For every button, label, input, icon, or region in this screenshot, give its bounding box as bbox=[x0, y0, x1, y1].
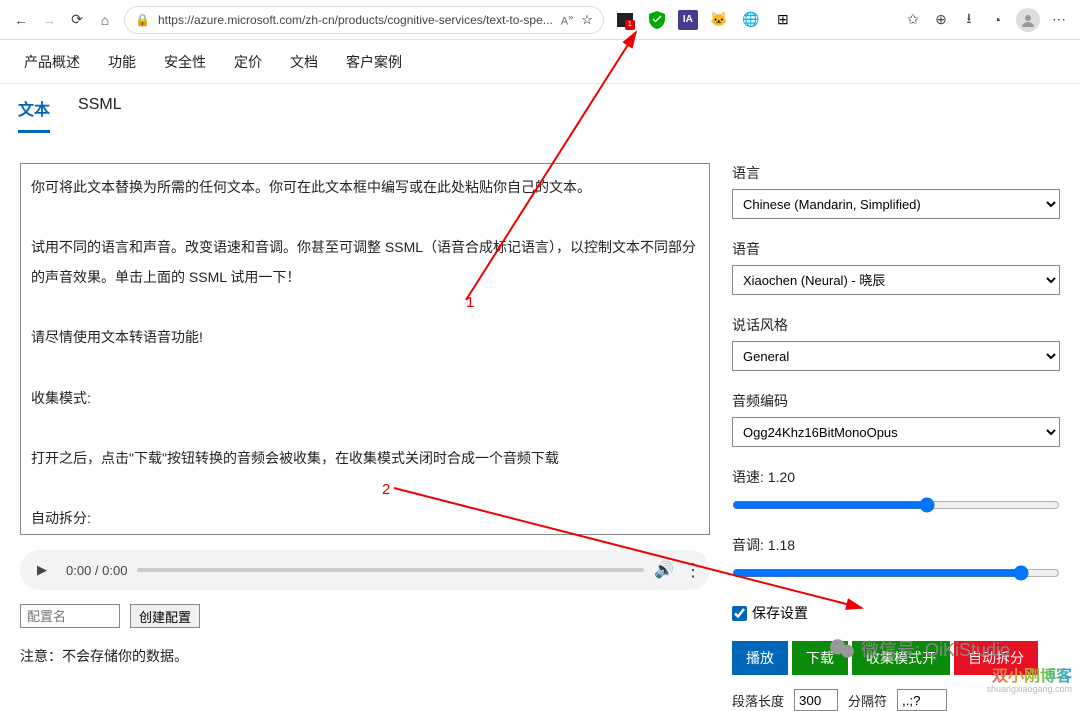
left-panel: ▶ 0:00 / 0:00 🔊 ⋮ 创建配置 注意：不会存储你的数据。 bbox=[20, 163, 710, 711]
tab-text[interactable]: 文本 bbox=[18, 96, 50, 133]
nav-features[interactable]: 功能 bbox=[108, 52, 136, 72]
reader-icon[interactable]: A» bbox=[561, 12, 573, 28]
favorite-icon[interactable]: ☆ bbox=[581, 12, 593, 28]
annotation-1: 1 bbox=[466, 294, 474, 311]
extension-cat-icon[interactable]: 🐱 bbox=[708, 9, 730, 31]
url-text: https://azure.microsoft.com/zh-cn/produc… bbox=[158, 13, 553, 27]
wechat-watermark: 微信号: QiKiStudio bbox=[829, 636, 1010, 662]
save-settings-checkbox[interactable] bbox=[732, 606, 747, 621]
pitch-slider[interactable] bbox=[732, 565, 1060, 581]
page-nav: 产品概述 功能 安全性 定价 文档 客户案例 bbox=[0, 40, 1080, 84]
speed-slider[interactable] bbox=[732, 497, 1060, 513]
pitch-label: 音调: 1.18 bbox=[732, 535, 1060, 555]
favorites-icon[interactable]: ✩ bbox=[904, 11, 922, 29]
play-icon[interactable]: ▶ bbox=[28, 556, 56, 584]
note-text: 注意：不会存储你的数据。 bbox=[20, 646, 710, 666]
nav-cases[interactable]: 客户案例 bbox=[346, 52, 402, 72]
refresh-icon[interactable]: ⟳ bbox=[68, 11, 86, 29]
lock-icon: 🔒 bbox=[135, 13, 150, 27]
extension-ia-icon[interactable]: IA bbox=[678, 10, 698, 30]
main-content: ▶ 0:00 / 0:00 🔊 ⋮ 创建配置 注意：不会存储你的数据。 语言 C… bbox=[0, 133, 1080, 711]
tts-tabs: 文本 SSML bbox=[0, 84, 1080, 133]
blog-watermark: 双小刚博客 shuangxiaogang.com bbox=[986, 668, 1072, 695]
back-icon[interactable]: ← bbox=[12, 11, 30, 29]
language-select[interactable]: Chinese (Mandarin, Simplified) bbox=[732, 189, 1060, 219]
menu-icon[interactable]: ⋯ bbox=[1050, 11, 1068, 29]
style-label: 说话风格 bbox=[732, 315, 1060, 335]
create-config-button[interactable]: 创建配置 bbox=[130, 604, 200, 628]
para-length-input[interactable] bbox=[794, 689, 838, 711]
voice-select[interactable]: Xiaochen (Neural) - 晓辰 bbox=[732, 265, 1060, 295]
nav-docs[interactable]: 文档 bbox=[290, 52, 318, 72]
save-settings-label: 保存设置 bbox=[752, 603, 808, 623]
para-length-label: 段落长度 bbox=[732, 691, 784, 710]
profile-icon[interactable] bbox=[1016, 8, 1040, 32]
voice-label: 语音 bbox=[732, 239, 1060, 259]
tab-ssml[interactable]: SSML bbox=[78, 96, 122, 133]
extensions-icon[interactable]: ⊞ bbox=[772, 9, 794, 31]
annotation-2: 2 bbox=[382, 481, 390, 498]
browser-toolbar: ← → ⟳ ⌂ 🔒 https://azure.microsoft.com/zh… bbox=[0, 0, 1080, 40]
style-select[interactable]: General bbox=[732, 341, 1060, 371]
language-label: 语言 bbox=[732, 163, 1060, 183]
encoding-label: 音频编码 bbox=[732, 391, 1060, 411]
url-bar[interactable]: 🔒 https://azure.microsoft.com/zh-cn/prod… bbox=[124, 6, 604, 34]
encoding-select[interactable]: Ogg24Khz16BitMonoOpus bbox=[732, 417, 1060, 447]
audio-menu-icon[interactable]: ⋮ bbox=[684, 560, 702, 581]
collections-icon[interactable]: ⊕ bbox=[932, 11, 950, 29]
extension-collect-icon[interactable]: 1 bbox=[614, 9, 636, 31]
save-settings-row[interactable]: 保存设置 bbox=[732, 603, 1060, 623]
forward-icon[interactable]: → bbox=[40, 11, 58, 29]
audio-player[interactable]: ▶ 0:00 / 0:00 🔊 ⋮ bbox=[20, 550, 710, 590]
tts-text-input[interactable] bbox=[20, 163, 710, 535]
home-icon[interactable]: ⌂ bbox=[96, 11, 114, 29]
right-panel: 语言 Chinese (Mandarin, Simplified) 语音 Xia… bbox=[732, 163, 1060, 711]
separator-label: 分隔符 bbox=[848, 691, 887, 710]
audio-progress[interactable] bbox=[137, 568, 644, 572]
config-row: 创建配置 bbox=[20, 604, 710, 628]
nav-security[interactable]: 安全性 bbox=[164, 52, 206, 72]
config-name-input[interactable] bbox=[20, 604, 120, 628]
play-button[interactable]: 播放 bbox=[732, 641, 788, 675]
separator-input[interactable] bbox=[897, 689, 947, 711]
volume-icon[interactable]: 🔊 bbox=[654, 560, 674, 580]
extension-globe-icon[interactable]: 🌐 bbox=[740, 9, 762, 31]
nav-overview[interactable]: 产品概述 bbox=[24, 52, 80, 72]
nav-pricing[interactable]: 定价 bbox=[234, 52, 262, 72]
notifications-icon[interactable]: ◔ bbox=[988, 11, 1006, 29]
speed-label: 语速: 1.20 bbox=[732, 467, 1060, 487]
extension-shield-icon[interactable] bbox=[646, 9, 668, 31]
audio-time: 0:00 / 0:00 bbox=[66, 563, 127, 578]
downloads-icon[interactable]: ⭳ bbox=[960, 11, 978, 29]
